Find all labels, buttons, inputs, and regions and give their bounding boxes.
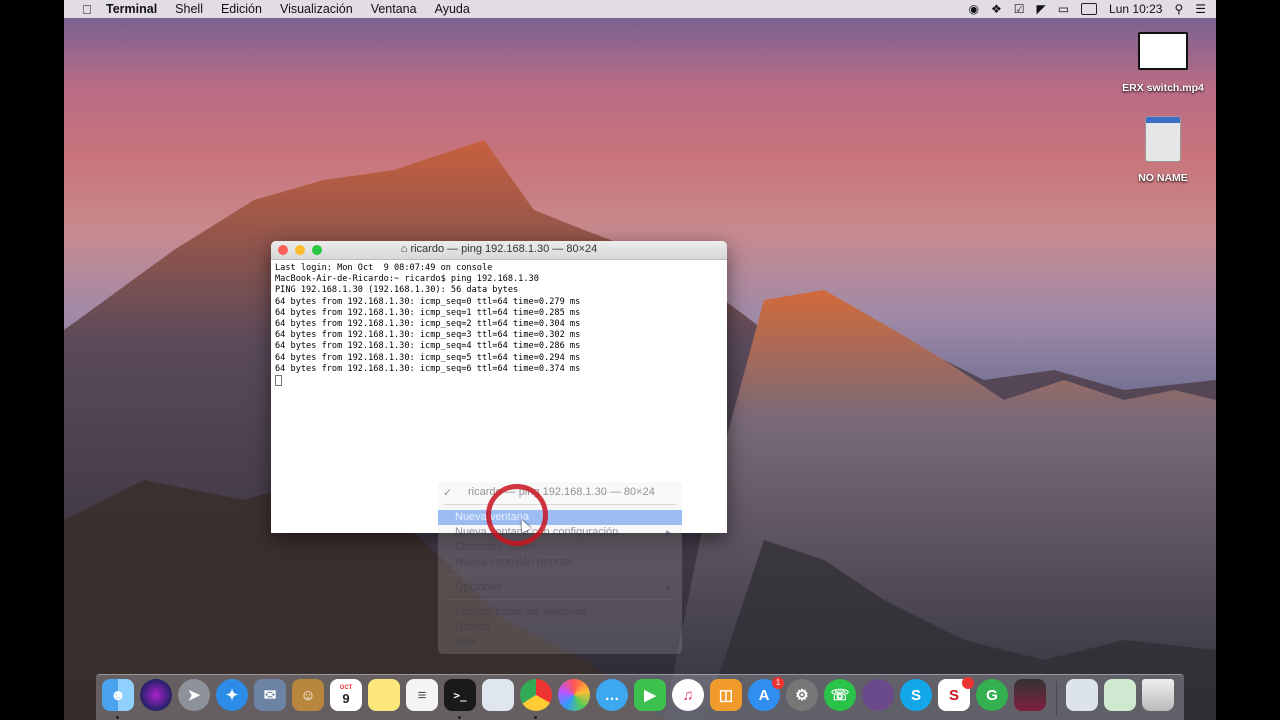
running-indicator <box>534 716 537 719</box>
chrome-icon[interactable] <box>520 679 552 711</box>
terminal-line: 64 bytes from 192.168.1.30: icmp_seq=0 t… <box>275 296 581 307</box>
sd-card-icon <box>1145 116 1181 162</box>
contacts-icon[interactable]: ☺ <box>292 679 324 711</box>
system-preferences-icon[interactable]: ⚙ <box>786 679 818 711</box>
terminal-icon[interactable]: >_ <box>444 679 476 711</box>
checkmark-icon: ✓ <box>443 487 453 499</box>
context-item-label: Nueva conexión remota <box>455 556 572 568</box>
running-indicator <box>116 716 119 719</box>
documents-stack-icon[interactable] <box>1104 679 1136 711</box>
notification-center-icon[interactable]: ☰ <box>1195 2 1206 16</box>
apple-menu-icon[interactable]:  <box>78 2 96 17</box>
context-item-opciones[interactable]: Opciones ▸ <box>438 580 682 595</box>
terminal-line: 64 bytes from 192.168.1.30: icmp_seq=1 t… <box>275 307 581 318</box>
skype-icon[interactable]: S <box>900 679 932 711</box>
whatsapp-icon[interactable]: ☏ <box>824 679 856 711</box>
trash-icon[interactable] <box>1142 679 1174 711</box>
app-store-badge: 1 <box>772 677 784 689</box>
terminal-line: 64 bytes from 192.168.1.30: icmp_seq=2 t… <box>275 319 581 330</box>
desktop:  Terminal Shell Edición Visualización V… <box>64 0 1216 720</box>
menu-separator <box>444 599 676 600</box>
terminal-line: 64 bytes from 192.168.1.30: icmp_seq=6 t… <box>275 363 581 374</box>
menu-bar:  Terminal Shell Edición Visualización V… <box>64 0 1216 18</box>
click-highlight-ring <box>486 484 548 546</box>
dock: ☻ ➤ ✦ ✉ ☺ OCT 9 ≡ >_ … ▶ ♫ ◫ A 1 ⚙ ☏ S S… <box>96 674 1184 720</box>
dropbox-icon[interactable]: ❖ <box>991 2 1002 16</box>
siri-icon[interactable] <box>140 679 172 711</box>
submenu-arrow-icon: ▸ <box>666 527 672 539</box>
context-item-nueva-ventana[interactable]: Nueva ventana <box>438 510 682 525</box>
checklist-icon[interactable]: ☑ <box>1014 2 1025 16</box>
terminal-line: 64 bytes from 192.168.1.30: icmp_seq=5 t… <box>275 352 581 363</box>
screen-record-icon[interactable]: ◉ <box>968 2 978 16</box>
itunes-icon[interactable]: ♫ <box>672 679 704 711</box>
menu-separator <box>444 574 676 575</box>
calendar-icon[interactable]: OCT 9 <box>330 679 362 711</box>
desktop-volume-no-name[interactable]: NO NAME <box>1118 116 1208 184</box>
context-item-ocultar[interactable]: Ocultar <box>438 620 682 635</box>
home-folder-icon: ⌂ <box>400 243 408 255</box>
preview-icon[interactable] <box>482 679 514 711</box>
reminders-icon[interactable]: ≡ <box>406 679 438 711</box>
desktop-file-erx-switch[interactable]: ERX switch.mp4 <box>1118 32 1208 94</box>
green-app-icon[interactable]: G <box>976 679 1008 711</box>
ibooks-icon[interactable]: ◫ <box>710 679 742 711</box>
context-item-salir[interactable]: Salir <box>438 635 682 650</box>
menu-separator <box>444 504 676 505</box>
menu-shell[interactable]: Shell <box>175 2 203 16</box>
screenflow-icon[interactable] <box>862 679 894 711</box>
dock-divider <box>1056 681 1057 715</box>
menu-edicion[interactable]: Edición <box>221 2 262 16</box>
status-area: ◉ ❖ ☑ ◤ ▭ Lun 10:23 ⚲ ☰ <box>956 0 1206 18</box>
dock-context-menu: ✓ ricardo — ping 192.168.1.30 — 80×24 Nu… <box>438 482 682 654</box>
running-indicator <box>458 716 461 719</box>
menu-app-terminal[interactable]: Terminal <box>106 2 157 16</box>
terminal-line: MacBook-Air-de-Ricardo:~ ricardo$ ping 1… <box>275 274 539 285</box>
finder-icon[interactable]: ☻ <box>102 679 134 711</box>
notes-icon[interactable] <box>368 679 400 711</box>
clock[interactable]: Lun 10:23 <box>1109 2 1162 16</box>
menu-ventana[interactable]: Ventana <box>371 2 417 16</box>
terminal-line: Last login: Mon Oct 9 08:07:49 on consol… <box>275 263 493 273</box>
spotlight-icon[interactable]: ⚲ <box>1174 2 1183 16</box>
context-item-nueva-ventana-config[interactable]: Nueva ventana con configuración ▸ <box>438 525 682 540</box>
notification-badge-icon <box>962 677 974 689</box>
context-item-label: Ocultar <box>455 621 491 633</box>
screenshot-app-icon[interactable] <box>1014 679 1046 711</box>
desktop-icon-label: NO NAME <box>1138 172 1188 184</box>
photos-icon[interactable] <box>558 679 590 711</box>
context-window-item[interactable]: ✓ ricardo — ping 192.168.1.30 — 80×24 <box>438 485 682 500</box>
terminal-line: PING 192.168.1.30 (192.168.1.30): 56 dat… <box>275 285 519 296</box>
context-item-label: Opciones <box>455 581 502 593</box>
context-item-mostrar-ventanas[interactable]: Mostrar todas las ventanas <box>438 605 682 620</box>
terminal-titlebar[interactable]: ⌂ ricardo — ping 192.168.1.30 — 80×24 <box>271 241 727 260</box>
terminal-title: ricardo — ping 192.168.1.30 — 80×24 <box>410 243 598 255</box>
context-item-label: Mostrar todas las ventanas <box>455 606 588 618</box>
context-item-label: Salir <box>455 636 478 648</box>
menu-visualizacion[interactable]: Visualización <box>280 2 353 16</box>
airplay-icon[interactable]: ▭ <box>1058 2 1069 16</box>
submenu-arrow-icon: ▸ <box>666 582 672 594</box>
context-item-comando-nuevo[interactable]: Comando nuevo <box>438 540 682 555</box>
messages-icon[interactable]: … <box>596 679 628 711</box>
launchpad-icon[interactable]: ➤ <box>178 679 210 711</box>
video-file-icon <box>1138 32 1188 70</box>
context-item-conexion-remota[interactable]: Nueva conexión remota <box>438 555 682 570</box>
downloads-stack-icon[interactable] <box>1066 679 1098 711</box>
safari-icon[interactable]: ✦ <box>216 679 248 711</box>
menu-ayuda[interactable]: Ayuda <box>435 2 470 16</box>
terminal-line: 64 bytes from 192.168.1.30: icmp_seq=4 t… <box>275 341 581 352</box>
terminal-output[interactable]: Last login: Mon Oct 9 08:07:49 on consol… <box>271 260 727 390</box>
terminal-line: 64 bytes from 192.168.1.30: icmp_seq=3 t… <box>275 330 581 341</box>
desktop-icon-label: ERX switch.mp4 <box>1122 82 1204 94</box>
terminal-cursor <box>275 375 282 387</box>
calendar-day: 9 <box>342 690 350 706</box>
wifi-icon[interactable]: ◤ <box>1036 2 1045 16</box>
battery-icon[interactable] <box>1081 3 1098 15</box>
facetime-icon[interactable]: ▶ <box>634 679 666 711</box>
mail-icon[interactable]: ✉ <box>254 679 286 711</box>
